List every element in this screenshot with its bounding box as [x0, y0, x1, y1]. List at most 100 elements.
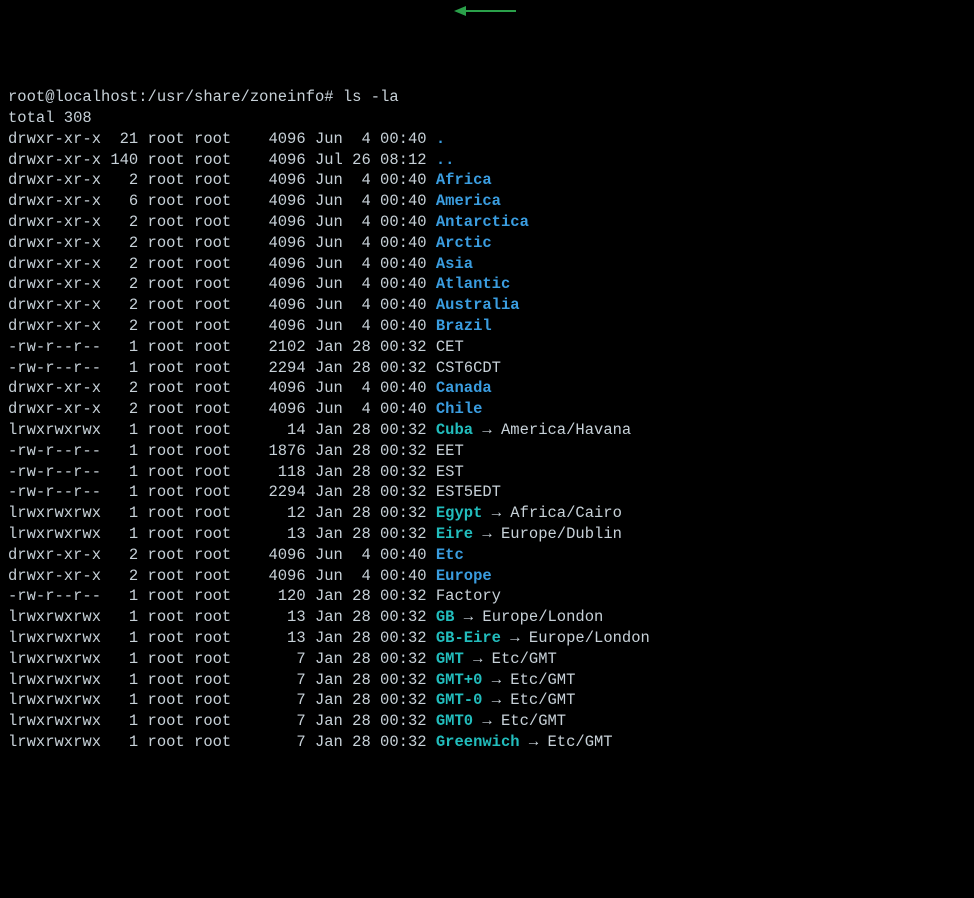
ls-entry: drwxr-xr-x 21 root root 4096 Jun 4 00:40…: [8, 129, 966, 150]
symlink-target: → Etc/GMT: [473, 712, 566, 730]
symlink-target: → Africa/Cairo: [482, 504, 622, 522]
symlink-target: → Europe/London: [501, 629, 650, 647]
ls-entry: drwxr-xr-x 2 root root 4096 Jun 4 00:40 …: [8, 566, 966, 587]
file-name: Brazil: [436, 317, 492, 335]
ls-entry: -rw-r--r-- 1 root root 120 Jan 28 00:32 …: [8, 586, 966, 607]
symlink-target: → Etc/GMT: [482, 671, 575, 689]
file-name: ..: [436, 151, 455, 169]
ls-entry: drwxr-xr-x 2 root root 4096 Jun 4 00:40 …: [8, 316, 966, 337]
ls-entry: lrwxrwxrwx 1 root root 7 Jan 28 00:32 GM…: [8, 649, 966, 670]
shell-command: ls -la: [343, 88, 399, 106]
file-name: CST6CDT: [436, 359, 501, 377]
ls-entry: drwxr-xr-x 2 root root 4096 Jun 4 00:40 …: [8, 295, 966, 316]
file-meta: lrwxrwxrwx 1 root root 13 Jan 28 00:32: [8, 608, 436, 626]
file-name: Etc: [436, 546, 464, 564]
file-name: Factory: [436, 587, 501, 605]
ls-entry: lrwxrwxrwx 1 root root 7 Jan 28 00:32 GM…: [8, 711, 966, 732]
symlink-target: → America/Havana: [473, 421, 631, 439]
file-meta: drwxr-xr-x 2 root root 4096 Jun 4 00:40: [8, 379, 436, 397]
file-name: America: [436, 192, 501, 210]
file-name: Asia: [436, 255, 473, 273]
file-name: EST5EDT: [436, 483, 501, 501]
file-meta: lrwxrwxrwx 1 root root 7 Jan 28 00:32: [8, 650, 436, 668]
file-meta: drwxr-xr-x 2 root root 4096 Jun 4 00:40: [8, 234, 436, 252]
prompt-line: root@localhost:/usr/share/zoneinfo# ls -…: [8, 87, 966, 108]
file-meta: lrwxrwxrwx 1 root root 14 Jan 28 00:32: [8, 421, 436, 439]
file-name: Chile: [436, 400, 483, 418]
file-meta: -rw-r--r-- 1 root root 2294 Jan 28 00:32: [8, 359, 436, 377]
ls-entry: -rw-r--r-- 1 root root 2102 Jan 28 00:32…: [8, 337, 966, 358]
file-name: GMT0: [436, 712, 473, 730]
file-meta: drwxr-xr-x 2 root root 4096 Jun 4 00:40: [8, 213, 436, 231]
file-meta: drwxr-xr-x 2 root root 4096 Jun 4 00:40: [8, 400, 436, 418]
ls-entry: -rw-r--r-- 1 root root 2294 Jan 28 00:32…: [8, 358, 966, 379]
ls-entry: drwxr-xr-x 2 root root 4096 Jun 4 00:40 …: [8, 170, 966, 191]
ls-entry: lrwxrwxrwx 1 root root 7 Jan 28 00:32 GM…: [8, 690, 966, 711]
ls-total: total 308: [8, 108, 966, 129]
file-meta: drwxr-xr-x 2 root root 4096 Jun 4 00:40: [8, 296, 436, 314]
file-name: Egypt: [436, 504, 483, 522]
ls-entry: drwxr-xr-x 2 root root 4096 Jun 4 00:40 …: [8, 212, 966, 233]
file-name: EST: [436, 463, 464, 481]
symlink-target: → Europe/London: [454, 608, 603, 626]
ls-entry: lrwxrwxrwx 1 root root 13 Jan 28 00:32 G…: [8, 628, 966, 649]
file-name: Atlantic: [436, 275, 510, 293]
file-meta: -rw-r--r-- 1 root root 2102 Jan 28 00:32: [8, 338, 436, 356]
symlink-target: → Etc/GMT: [464, 650, 557, 668]
file-name: GMT: [436, 650, 464, 668]
ls-entry: drwxr-xr-x 140 root root 4096 Jul 26 08:…: [8, 150, 966, 171]
file-name: GMT+0: [436, 671, 483, 689]
symlink-target: → Etc/GMT: [482, 691, 575, 709]
ls-entry: drwxr-xr-x 2 root root 4096 Jun 4 00:40 …: [8, 399, 966, 420]
file-name: GMT-0: [436, 691, 483, 709]
file-name: Europe: [436, 567, 492, 585]
file-name: EET: [436, 442, 464, 460]
file-name: Antarctica: [436, 213, 529, 231]
file-meta: -rw-r--r-- 1 root root 118 Jan 28 00:32: [8, 463, 436, 481]
ls-entry: drwxr-xr-x 2 root root 4096 Jun 4 00:40 …: [8, 274, 966, 295]
ls-entry: drwxr-xr-x 6 root root 4096 Jun 4 00:40 …: [8, 191, 966, 212]
ls-entry: lrwxrwxrwx 1 root root 7 Jan 28 00:32 Gr…: [8, 732, 966, 753]
file-name: Greenwich: [436, 733, 520, 751]
file-meta: drwxr-xr-x 2 root root 4096 Jun 4 00:40: [8, 171, 436, 189]
file-name: GB-Eire: [436, 629, 501, 647]
ls-entry: drwxr-xr-x 2 root root 4096 Jun 4 00:40 …: [8, 233, 966, 254]
file-meta: lrwxrwxrwx 1 root root 7 Jan 28 00:32: [8, 691, 436, 709]
file-meta: drwxr-xr-x 2 root root 4096 Jun 4 00:40: [8, 546, 436, 564]
file-name: Arctic: [436, 234, 492, 252]
file-name: Eire: [436, 525, 473, 543]
file-meta: drwxr-xr-x 2 root root 4096 Jun 4 00:40: [8, 275, 436, 293]
file-meta: drwxr-xr-x 2 root root 4096 Jun 4 00:40: [8, 567, 436, 585]
symlink-target: → Europe/Dublin: [473, 525, 622, 543]
ls-entry: lrwxrwxrwx 1 root root 7 Jan 28 00:32 GM…: [8, 670, 966, 691]
file-meta: lrwxrwxrwx 1 root root 7 Jan 28 00:32: [8, 733, 436, 751]
ls-entry: -rw-r--r-- 1 root root 2294 Jan 28 00:32…: [8, 482, 966, 503]
file-name: GB: [436, 608, 455, 626]
file-meta: lrwxrwxrwx 1 root root 13 Jan 28 00:32: [8, 525, 436, 543]
file-meta: -rw-r--r-- 1 root root 1876 Jan 28 00:32: [8, 442, 436, 460]
ls-entry: lrwxrwxrwx 1 root root 13 Jan 28 00:32 E…: [8, 524, 966, 545]
ls-entry: lrwxrwxrwx 1 root root 14 Jan 28 00:32 C…: [8, 420, 966, 441]
ls-entry: drwxr-xr-x 2 root root 4096 Jun 4 00:40 …: [8, 254, 966, 275]
shell-prompt: root@localhost:/usr/share/zoneinfo#: [8, 88, 334, 106]
file-meta: lrwxrwxrwx 1 root root 12 Jan 28 00:32: [8, 504, 436, 522]
ls-entry: -rw-r--r-- 1 root root 1876 Jan 28 00:32…: [8, 441, 966, 462]
file-meta: drwxr-xr-x 6 root root 4096 Jun 4 00:40: [8, 192, 436, 210]
file-meta: drwxr-xr-x 21 root root 4096 Jun 4 00:40: [8, 130, 436, 148]
ls-entry: drwxr-xr-x 2 root root 4096 Jun 4 00:40 …: [8, 378, 966, 399]
file-meta: -rw-r--r-- 1 root root 120 Jan 28 00:32: [8, 587, 436, 605]
file-meta: -rw-r--r-- 1 root root 2294 Jan 28 00:32: [8, 483, 436, 501]
file-meta: lrwxrwxrwx 1 root root 7 Jan 28 00:32: [8, 671, 436, 689]
symlink-target: → Etc/GMT: [520, 733, 613, 751]
file-meta: drwxr-xr-x 140 root root 4096 Jul 26 08:…: [8, 151, 436, 169]
file-name: Cuba: [436, 421, 473, 439]
file-meta: drwxr-xr-x 2 root root 4096 Jun 4 00:40: [8, 317, 436, 335]
ls-entry: lrwxrwxrwx 1 root root 12 Jan 28 00:32 E…: [8, 503, 966, 524]
ls-entry: drwxr-xr-x 2 root root 4096 Jun 4 00:40 …: [8, 545, 966, 566]
file-name: Australia: [436, 296, 520, 314]
file-name: .: [436, 130, 445, 148]
file-meta: lrwxrwxrwx 1 root root 13 Jan 28 00:32: [8, 629, 436, 647]
terminal-output[interactable]: root@localhost:/usr/share/zoneinfo# ls -…: [8, 87, 966, 753]
ls-entry: lrwxrwxrwx 1 root root 13 Jan 28 00:32 G…: [8, 607, 966, 628]
file-meta: lrwxrwxrwx 1 root root 7 Jan 28 00:32: [8, 712, 436, 730]
